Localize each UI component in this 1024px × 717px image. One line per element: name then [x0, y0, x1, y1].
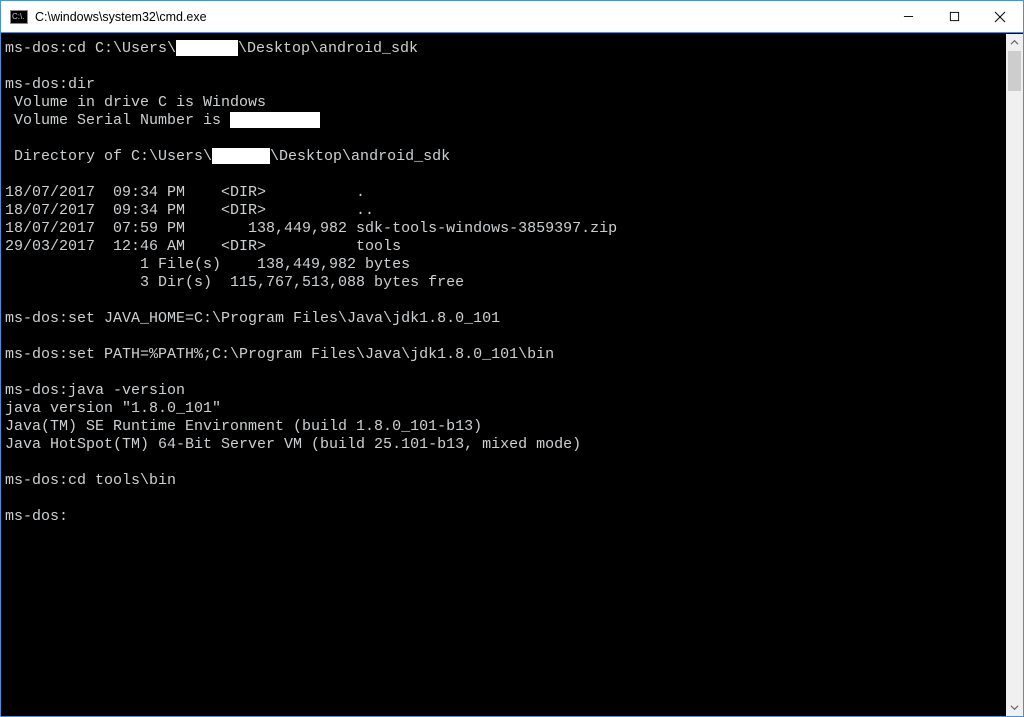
terminal-text: ms-dos: — [5, 508, 68, 525]
scroll-up-button[interactable] — [1006, 34, 1023, 51]
terminal-line: ms-dos:cd C:\Users\ \Desktop\android_sdk — [5, 40, 1006, 58]
terminal-line: 18/07/2017 09:34 PM <DIR> .. — [5, 202, 1006, 220]
terminal-text: ms-dos:java -version — [5, 382, 185, 399]
terminal-text: ms-dos:set JAVA_HOME=C:\Program Files\Ja… — [5, 310, 500, 327]
terminal-line: ms-dos:dir — [5, 76, 1006, 94]
scroll-thumb[interactable] — [1008, 51, 1021, 91]
redacted-text — [212, 148, 270, 164]
terminal-text: 29/03/2017 12:46 AM <DIR> tools — [5, 238, 401, 255]
terminal-text: 3 Dir(s) 115,767,513,088 bytes free — [5, 274, 464, 291]
terminal-line: Java HotSpot(TM) 64-Bit Server VM (build… — [5, 436, 1006, 454]
scroll-down-button[interactable] — [1006, 699, 1023, 716]
window-title: C:\windows\system32\cmd.exe — [35, 10, 207, 24]
redacted-text — [176, 40, 238, 56]
terminal-line: 18/07/2017 07:59 PM 138,449,982 sdk-tool… — [5, 220, 1006, 238]
redacted-text — [230, 112, 320, 128]
terminal-text: Java(TM) SE Runtime Environment (build 1… — [5, 418, 482, 435]
window-controls — [885, 1, 1023, 32]
app-icon: C:\. — [9, 9, 29, 25]
terminal-text: Directory of C:\Users\ — [5, 148, 212, 165]
terminal-line — [5, 328, 1006, 346]
terminal-line: Volume in drive C is Windows — [5, 94, 1006, 112]
terminal-line: Directory of C:\Users\ \Desktop\android_s… — [5, 148, 1006, 166]
terminal-text: 18/07/2017 09:34 PM <DIR> .. — [5, 202, 374, 219]
terminal-text: ms-dos:dir — [5, 76, 95, 93]
terminal-line — [5, 58, 1006, 76]
scroll-track[interactable] — [1006, 51, 1023, 699]
cmd-icon: C:\. — [10, 10, 28, 24]
terminal-output[interactable]: ms-dos:cd C:\Users\\Desktop\android_sdk … — [1, 34, 1006, 716]
terminal-line: ms-dos:java -version — [5, 382, 1006, 400]
terminal-line: ms-dos:cd tools\bin — [5, 472, 1006, 490]
terminal-line: Java(TM) SE Runtime Environment (build 1… — [5, 418, 1006, 436]
terminal-line: java version "1.8.0_101" — [5, 400, 1006, 418]
close-button[interactable] — [977, 1, 1023, 32]
vertical-scrollbar[interactable] — [1006, 34, 1023, 716]
terminal-line — [5, 490, 1006, 508]
terminal-line — [5, 292, 1006, 310]
terminal-text: \Desktop\android_sdk — [238, 40, 418, 57]
terminal-text: 18/07/2017 09:34 PM <DIR> . — [5, 184, 365, 201]
terminal-line: ms-dos:set PATH=%PATH%;C:\Program Files\… — [5, 346, 1006, 364]
terminal-line: ms-dos: — [5, 508, 1006, 526]
terminal-text: java version "1.8.0_101" — [5, 400, 221, 417]
terminal-line — [5, 364, 1006, 382]
maximize-button[interactable] — [931, 1, 977, 32]
terminal-line — [5, 454, 1006, 472]
terminal-text: Volume in drive C is Windows — [5, 94, 266, 111]
titlebar[interactable]: C:\. C:\windows\system32\cmd.exe — [1, 1, 1023, 33]
terminal-line: 18/07/2017 09:34 PM <DIR> . — [5, 184, 1006, 202]
terminal-area: ms-dos:cd C:\Users\\Desktop\android_sdk … — [1, 33, 1023, 716]
terminal-text: ms-dos:cd C:\Users\ — [5, 40, 176, 57]
terminal-line — [5, 166, 1006, 184]
terminal-line: 1 File(s) 138,449,982 bytes — [5, 256, 1006, 274]
terminal-text: ms-dos:cd tools\bin — [5, 472, 176, 489]
terminal-line: 3 Dir(s) 115,767,513,088 bytes free — [5, 274, 1006, 292]
terminal-text: 1 File(s) 138,449,982 bytes — [5, 256, 410, 273]
terminal-text: 18/07/2017 07:59 PM 138,449,982 sdk-tool… — [5, 220, 617, 237]
cmd-window: C:\. C:\windows\system32\cmd.exe ms-dos:… — [0, 0, 1024, 717]
terminal-text: Java HotSpot(TM) 64-Bit Server VM (build… — [5, 436, 581, 453]
minimize-button[interactable] — [885, 1, 931, 32]
terminal-text: \Desktop\android_sdk — [270, 148, 450, 165]
terminal-line: 29/03/2017 12:46 AM <DIR> tools — [5, 238, 1006, 256]
terminal-text: ms-dos:set PATH=%PATH%;C:\Program Files\… — [5, 346, 554, 363]
terminal-line — [5, 130, 1006, 148]
terminal-line: Volume Serial Number is — [5, 112, 1006, 130]
terminal-text: Volume Serial Number is — [5, 112, 230, 129]
terminal-line: ms-dos:set JAVA_HOME=C:\Program Files\Ja… — [5, 310, 1006, 328]
